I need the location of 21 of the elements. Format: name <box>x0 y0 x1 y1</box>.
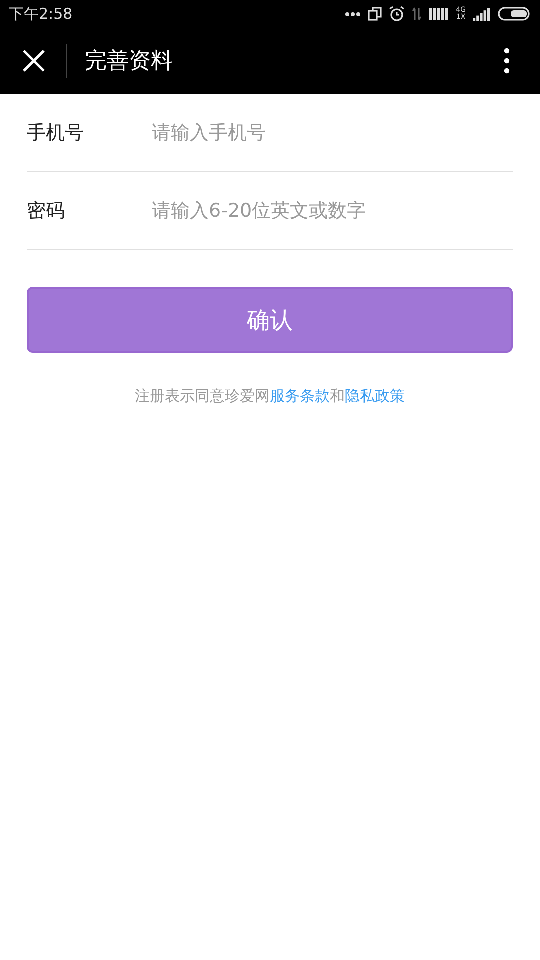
agreement-link[interactable]: 隐私政策 <box>345 387 405 405</box>
close-icon <box>22 49 46 73</box>
more-button[interactable] <box>504 48 510 74</box>
input-field[interactable]: 请输入6-20位英文或数字 <box>152 200 513 222</box>
more-icon <box>504 48 510 74</box>
field-label: 手机号 <box>27 120 85 146</box>
data-arrows-icon <box>412 7 422 21</box>
agreement-text: 注册表示同意珍爱网服务条款和隐私政策 <box>134 387 406 406</box>
page-title: 完善资料 <box>85 48 174 76</box>
windows-icon <box>368 7 382 21</box>
signal-icon <box>429 8 450 20</box>
close-button[interactable] <box>22 49 46 73</box>
field-label: 密码 <box>27 198 66 224</box>
agreement-link[interactable]: 服务条款 <box>270 387 330 405</box>
battery-icon <box>498 7 532 21</box>
confirm-button[interactable]: 确认 <box>27 287 513 353</box>
more-dots-icon <box>345 12 362 16</box>
input-field[interactable]: 请输入手机号 <box>152 122 513 144</box>
status-time: 下午2:58 <box>9 4 73 24</box>
alarm-clock-icon <box>389 6 406 22</box>
signal-bars-icon <box>473 8 491 20</box>
